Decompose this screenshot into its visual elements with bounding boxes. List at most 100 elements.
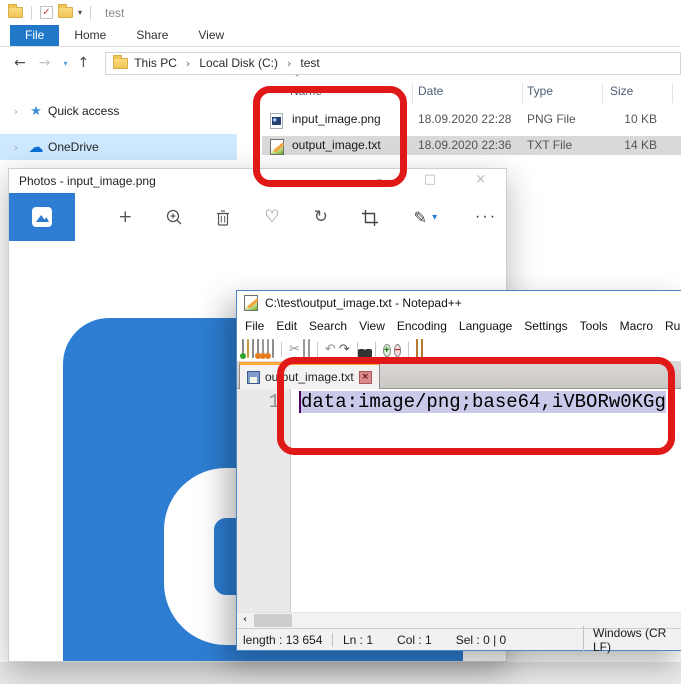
selected-base64-text[interactable]: data:image/png;base64,iVBORw0KGg <box>299 391 666 413</box>
copy-icon[interactable] <box>302 339 305 358</box>
breadcrumb-separator-icon: › <box>185 56 191 70</box>
photos-title: Photos - input_image.png <box>19 174 156 188</box>
tab-home[interactable]: Home <box>59 25 121 46</box>
column-header-name[interactable]: Name <box>290 84 322 98</box>
menu-file[interactable]: File <box>239 319 270 333</box>
rotate-icon[interactable]: ↻ <box>296 207 345 227</box>
scrollbar-thumb[interactable] <box>254 614 292 627</box>
divider <box>374 341 376 357</box>
forward-icon[interactable]: → <box>39 55 51 71</box>
paste-icon[interactable] <box>307 339 310 358</box>
undo-icon[interactable]: ↶ <box>325 342 336 357</box>
address-input[interactable]: This PC › Local Disk (C:) › test <box>105 51 681 75</box>
file-size: 10 KB <box>624 112 657 126</box>
sidebar-item-quick-access[interactable]: › ★ Quick access <box>0 98 237 124</box>
status-selection: Sel : 0 | 0 <box>455 632 507 647</box>
properties-check-icon[interactable]: ✓ <box>40 6 53 19</box>
ribbon-tabs: File Home Share View <box>0 25 681 47</box>
divider <box>90 5 92 20</box>
sync-horizontal-icon[interactable] <box>421 339 424 358</box>
redo-icon[interactable]: ↷ <box>339 342 350 357</box>
photos-app-icon <box>31 207 52 227</box>
save-all-icon[interactable] <box>255 339 261 359</box>
qat-customize-arrow-icon[interactable]: ▾ <box>78 8 82 17</box>
quick-access-star-icon: ★ <box>30 103 42 119</box>
cut-icon[interactable]: ✂ <box>289 342 300 357</box>
delete-icon[interactable] <box>199 207 248 227</box>
zoom-in-icon[interactable]: + <box>382 340 391 358</box>
tab-output-image[interactable]: output_image.txt × <box>239 362 380 389</box>
tab-share[interactable]: Share <box>121 25 183 46</box>
breadcrumb-local-disk[interactable]: Local Disk (C:) <box>199 56 278 70</box>
print-icon[interactable] <box>272 339 274 358</box>
menu-settings[interactable]: Settings <box>518 319 573 333</box>
column-header-size[interactable]: Size <box>610 84 633 98</box>
editor-area[interactable]: 1 data:image/png;base64,iVBORw0KGg <box>237 389 681 612</box>
see-all-photos-button[interactable] <box>9 193 75 241</box>
expand-chevron-icon[interactable]: › <box>8 105 24 118</box>
notepad-file-icon <box>270 139 284 155</box>
up-icon[interactable]: ↑ <box>77 55 89 71</box>
new-folder-icon[interactable] <box>58 4 73 18</box>
notepad-statusbar: length : 13 654 Ln : 1 Col : 1 Sel : 0 |… <box>237 625 681 654</box>
menu-language[interactable]: Language <box>453 319 518 333</box>
minimize-icon[interactable]: – <box>354 169 405 193</box>
zoom-out-icon[interactable]: − <box>393 340 402 358</box>
menu-run[interactable]: Run <box>659 319 681 333</box>
line-number-gutter: 1 <box>237 389 291 612</box>
folder-app-icon <box>8 4 23 18</box>
tab-close-icon[interactable]: × <box>358 370 372 384</box>
divider <box>408 341 410 357</box>
tab-view[interactable]: View <box>183 25 239 46</box>
open-file-icon[interactable] <box>247 339 249 358</box>
close-file-icon[interactable] <box>260 339 266 359</box>
new-file-icon[interactable] <box>240 339 246 359</box>
back-icon[interactable]: ← <box>14 55 26 71</box>
divider <box>31 5 32 20</box>
file-row-output-image[interactable]: output_image.txt 18.09.2020 22:36 TXT Fi… <box>262 136 681 155</box>
editor-text-line[interactable]: data:image/png;base64,iVBORw0KGg <box>291 389 666 612</box>
tab-file[interactable]: File <box>10 25 60 46</box>
close-all-icon[interactable] <box>265 339 271 359</box>
crop-icon[interactable] <box>345 207 394 227</box>
edit-chevron-icon[interactable]: ▾ <box>432 212 452 223</box>
edit-pencil-icon[interactable]: ✎ <box>408 208 432 227</box>
notepad-toolbar: ✂ ↶ ↷ + − <box>237 337 681 361</box>
expand-chevron-icon[interactable]: › <box>8 141 24 154</box>
close-icon[interactable]: × <box>455 169 506 193</box>
column-header-date[interactable]: Date <box>418 84 443 98</box>
notepad-window: C:\test\output_image.txt - Notepad++ Fil… <box>236 290 681 654</box>
more-options-button[interactable]: ··· <box>466 208 506 226</box>
breadcrumb-separator-icon: › <box>287 56 292 70</box>
file-row-input-image[interactable]: input_image.png 18.09.2020 22:28 PNG Fil… <box>262 110 681 129</box>
menu-tools[interactable]: Tools <box>574 319 614 333</box>
column-header-type[interactable]: Type <box>527 84 553 98</box>
breadcrumb-test[interactable]: test <box>300 56 319 70</box>
menu-macro[interactable]: Macro <box>614 319 659 333</box>
sync-vertical-icon[interactable] <box>416 339 419 358</box>
status-line: Ln : 1 <box>343 632 374 647</box>
breadcrumb-this-pc[interactable]: This PC <box>134 56 177 70</box>
folder-icon <box>113 54 129 69</box>
save-icon[interactable] <box>252 339 254 358</box>
notepad-titlebar: C:\test\output_image.txt - Notepad++ <box>237 291 681 315</box>
file-size: 14 KB <box>624 138 657 152</box>
menu-search[interactable]: Search <box>303 319 353 333</box>
file-date: 18.09.2020 22:36 <box>418 138 512 152</box>
tab-label: output_image.txt <box>265 370 354 384</box>
saved-floppy-icon <box>247 370 260 384</box>
add-button[interactable]: + <box>101 207 150 227</box>
menu-view[interactable]: View <box>353 319 391 333</box>
file-date: 18.09.2020 22:28 <box>418 112 512 126</box>
photos-toolbar: + ♡ ↻ ✎ ▾ ··· <box>9 193 506 241</box>
zoom-icon[interactable] <box>150 207 199 227</box>
maximize-icon[interactable]: □ <box>405 169 456 193</box>
explorer-titlebar: ✓ ▾ test <box>0 0 681 25</box>
sidebar-item-onedrive[interactable]: › ☁ OneDrive <box>0 134 237 160</box>
menu-edit[interactable]: Edit <box>270 319 303 333</box>
menu-encoding[interactable]: Encoding <box>391 319 453 333</box>
scroll-left-icon[interactable]: ‹ <box>237 613 253 628</box>
favorite-heart-icon[interactable]: ♡ <box>248 207 297 227</box>
recent-locations-chevron-icon[interactable]: ▾ <box>63 59 67 68</box>
line-number: 1 <box>268 391 280 413</box>
